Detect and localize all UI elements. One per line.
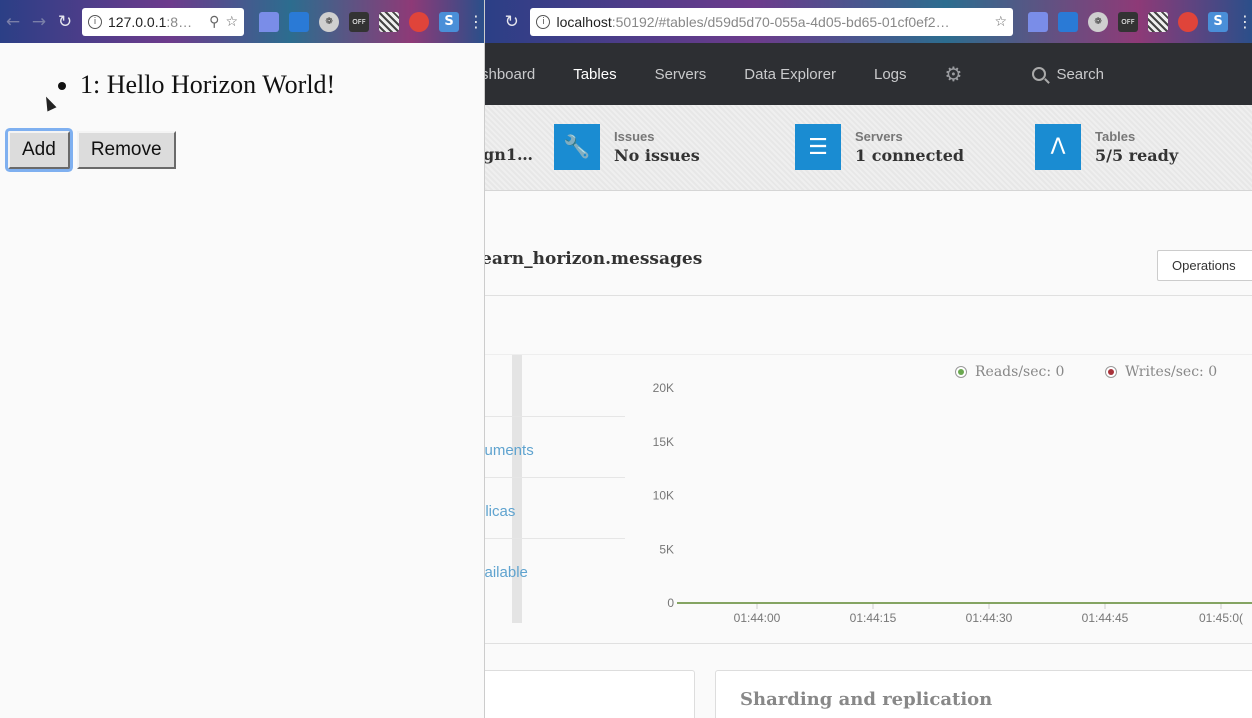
throughput-chart: 0 5K 10K 15K 20K 01:44:00 01:44:15 01:44:30 01:4… [653,381,1252,625]
left-address-bar[interactable]: i 127.0.0.1:8… ⚲ ☆ [82,7,244,36]
right-extensions: ❁ OFF S [1023,11,1233,32]
info-icon[interactable]: i [536,14,551,29]
chat-extension-icon[interactable] [1028,11,1048,32]
reload-icon[interactable]: ↻ [499,9,524,35]
status-band: gn1… 🔧 Issues No issues ☰ Servers 1 conn… [485,105,1252,191]
url-host: localhost [556,13,612,30]
shield-extension-icon[interactable] [1178,11,1198,32]
browser-menu-icon[interactable]: ⋮ [468,12,484,31]
off-extension-icon[interactable]: OFF [1118,11,1138,32]
left-browser-toolbar: ← → ↻ i 127.0.0.1:8… ⚲ ☆ ❁ OFF S ⋮ [0,0,484,43]
tables-icon: Λ [1035,124,1081,170]
right-url-text: localhost:50192/#tables/d59d5d70-055a-4d… [556,14,988,30]
message-list: 1: Hello Horizon World! [56,70,335,100]
zoom-icon[interactable]: ⚲ [209,14,219,30]
search-placeholder: Search [1056,65,1104,83]
y-tick-label: 20K [653,381,674,395]
nav-data-explorer[interactable]: Data Explorer [744,66,836,83]
password-extension-icon[interactable] [289,11,309,32]
servers-value: 1 connected [855,146,965,165]
s-extension-icon[interactable]: S [439,11,459,32]
divider [485,295,1252,296]
table-title: earn_horizon.messages [484,249,703,269]
forward-icon[interactable]: → [26,9,52,35]
nav-servers[interactable]: Servers [655,66,707,83]
x-tick-label: 01:44:45 [1082,611,1129,625]
issues-value: No issues [614,146,700,165]
left-browser-window: ← → ↻ i 127.0.0.1:8… ⚲ ☆ ❁ OFF S ⋮ 1: He… [0,0,484,718]
action-buttons: Add Remove [8,131,176,169]
left-extensions: ❁ OFF S [254,11,464,32]
y-tick-label: 5K [659,542,674,556]
divider [485,643,1252,644]
browser-menu-icon[interactable]: ⋮ [1237,12,1252,31]
nav-logs[interactable]: Logs [874,66,907,83]
qr-extension-icon[interactable] [1148,11,1168,32]
off-extension-icon[interactable]: OFF [349,11,369,32]
sharding-panel: Sharding and replication [715,670,1252,718]
add-button[interactable]: Add [8,131,70,169]
status-servers[interactable]: ☰ Servers 1 connected [795,124,964,170]
y-tick-label: 15K [653,435,674,449]
left-panel-title: a [484,689,485,710]
rethinkdb-top-nav: shboard Tables Servers Data Explorer Log… [485,43,1252,105]
cluster-name-partial: gn1… [484,145,533,164]
url-rest: :50192/#tables/d59d5d70-055a-4d05-bd65-0… [611,13,950,30]
mouse-cursor-icon [41,94,57,112]
x-tick-label: 01:44:15 [850,611,897,625]
nav-dashboard[interactable]: shboard [485,66,535,83]
operations-button[interactable]: Operations [1157,250,1252,281]
remove-button[interactable]: Remove [76,131,176,169]
y-tick-label: 0 [667,596,674,610]
servers-label: Servers [855,129,903,144]
gear-icon[interactable]: ⚙ [945,62,963,86]
info-icon[interactable]: i [88,14,102,29]
reload-icon[interactable]: ↻ [52,9,78,35]
nav-tables[interactable]: Tables [573,66,616,83]
left-url-text: 127.0.0.1:8… [108,14,203,30]
chat-extension-icon[interactable] [259,11,279,32]
sharding-panel-title: Sharding and replication [740,689,993,710]
puzzle-extension-icon[interactable]: ❁ [319,11,339,32]
puzzle-extension-icon[interactable]: ❁ [1088,11,1108,32]
database-icon: ☰ [795,124,841,170]
right-browser-toolbar: ↻ i localhost:50192/#tables/d59d5d70-055… [485,0,1252,43]
bookmark-star-icon[interactable]: ☆ [994,14,1007,30]
bookmark-star-icon[interactable]: ☆ [225,14,238,30]
tables-label: Tables [1095,129,1136,144]
back-icon[interactable]: ← [0,9,26,35]
list-item: 1: Hello Horizon World! [80,70,335,100]
right-browser-window: ↻ i localhost:50192/#tables/d59d5d70-055… [484,0,1252,718]
shield-extension-icon[interactable] [409,11,429,32]
x-tick-label: 01:44:30 [966,611,1013,625]
password-extension-icon[interactable] [1058,11,1078,32]
wrench-icon: 🔧 [554,124,600,170]
url-rest: :8… [166,13,193,30]
status-tables[interactable]: Λ Tables 5/5 ready [1035,124,1178,170]
qr-extension-icon[interactable] [379,11,399,32]
s-extension-icon[interactable]: S [1208,11,1228,32]
left-panel: a [484,670,695,718]
search-icon [1032,67,1047,81]
status-issues[interactable]: 🔧 Issues No issues [554,124,700,170]
y-tick-label: 10K [653,489,674,503]
right-address-bar[interactable]: i localhost:50192/#tables/d59d5d70-055a-… [530,7,1013,36]
x-tick-label: 01:44:00 [734,611,781,625]
tables-value: 5/5 ready [1095,146,1179,165]
divider [485,354,1252,355]
issues-label: Issues [614,129,655,144]
search-box[interactable]: Search [1032,66,1104,83]
url-host: 127.0.0.1 [108,13,167,30]
x-tick-label: 01:45:0( [1199,611,1243,625]
